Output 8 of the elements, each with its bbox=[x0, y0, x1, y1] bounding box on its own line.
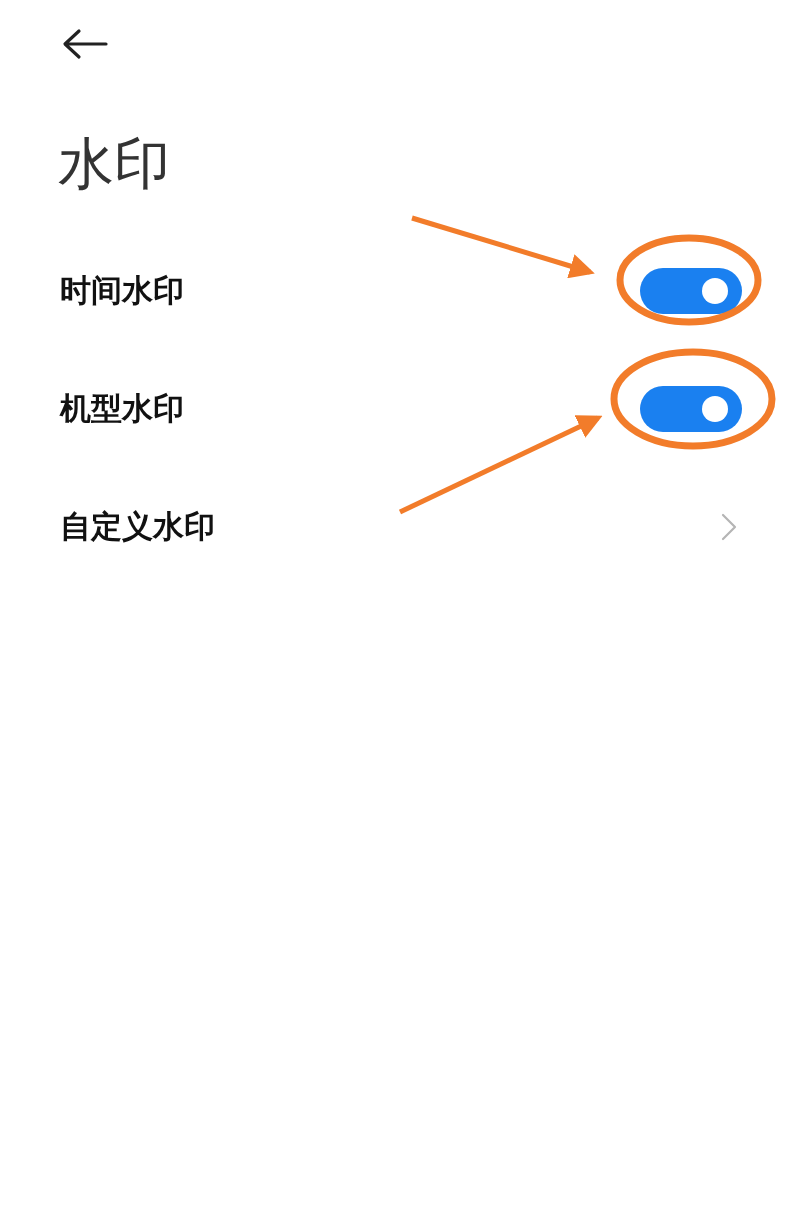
setting-label: 自定义水印 bbox=[60, 507, 215, 546]
setting-label: 机型水印 bbox=[60, 389, 184, 428]
toggle-switch[interactable] bbox=[640, 268, 742, 314]
setting-label: 时间水印 bbox=[60, 271, 184, 310]
toggle-switch[interactable] bbox=[640, 386, 742, 432]
back-arrow-icon[interactable] bbox=[62, 28, 108, 60]
page-title: 水印 bbox=[58, 136, 170, 192]
chevron-right-icon[interactable] bbox=[720, 512, 738, 542]
